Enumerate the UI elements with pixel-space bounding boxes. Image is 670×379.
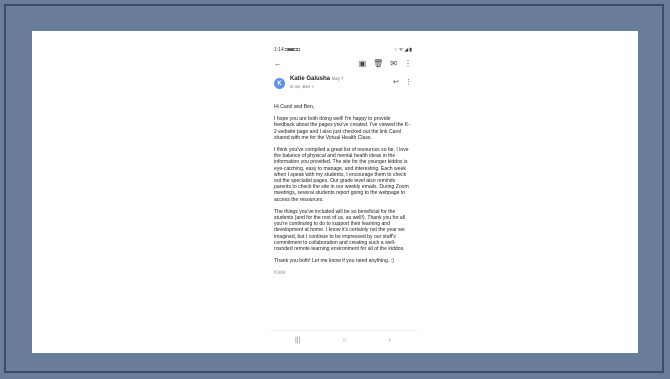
recipients-toggle[interactable]: to me, Ben ˅ bbox=[290, 84, 393, 89]
email-greeting: Hi Carol and Ben, bbox=[274, 104, 315, 110]
mark-unread-icon[interactable]: ✉ bbox=[390, 60, 397, 68]
status-time: 1:14 bbox=[274, 47, 284, 53]
back-arrow-icon[interactable]: ← bbox=[274, 60, 282, 68]
slide-canvas: 1:14 ◘◙◙◘◘ ⁙ ᯤ ◢ ▮ ← ▣ 🗑 ✉ ⋮ K Katie Gal… bbox=[32, 31, 638, 353]
email-date: May 7 bbox=[332, 76, 344, 81]
email-paragraph: Thank you both! Let me know if you need … bbox=[274, 258, 394, 265]
email-paragraph: I think you've compiled a great list of … bbox=[274, 147, 409, 203]
status-bar: 1:14 ◘◙◙◘◘ ⁙ ᯤ ◢ ▮ bbox=[274, 46, 412, 54]
sender-info: Katie Galusha May 7 to me, Ben ˅ bbox=[290, 76, 393, 89]
signal-icon: ◢ bbox=[404, 46, 409, 53]
nav-back-icon[interactable]: ‹ bbox=[389, 337, 391, 344]
phone-screenshot: 1:14 ◘◙◙◘◘ ⁙ ᯤ ◢ ▮ ← ▣ 🗑 ✉ ⋮ K Katie Gal… bbox=[270, 44, 418, 353]
sender-name: Katie Galusha bbox=[290, 76, 331, 82]
archive-icon[interactable]: ▣ bbox=[359, 60, 367, 68]
reply-icon[interactable]: ↩ bbox=[393, 79, 399, 86]
sender-avatar[interactable]: K bbox=[274, 78, 285, 89]
delete-icon[interactable]: 🗑 bbox=[373, 60, 383, 68]
system-nav-bar: ||| ○ ‹ bbox=[274, 335, 412, 345]
more-options-icon[interactable]: ⋮ bbox=[404, 60, 412, 68]
email-signature: Katie bbox=[274, 270, 286, 277]
wifi-icon: ᯤ bbox=[398, 46, 404, 53]
home-icon[interactable]: ○ bbox=[342, 337, 346, 344]
nav-divider bbox=[270, 330, 418, 331]
recents-icon[interactable]: ||| bbox=[295, 337, 300, 344]
sender-header: K Katie Galusha May 7 to me, Ben ˅ ↩ ⋮ bbox=[274, 76, 412, 92]
email-body: Hi Carol and Ben, I hope you are both do… bbox=[274, 104, 412, 277]
email-paragraph: I hope you are both doing well! I'm happ… bbox=[274, 116, 410, 141]
vibrate-icon: ⁙ bbox=[393, 46, 398, 53]
notification-icon: ◘◙◙◘◘ bbox=[284, 46, 300, 53]
battery-icon: ▮ bbox=[409, 46, 412, 53]
email-paragraph: The things you've included will be so be… bbox=[274, 208, 405, 253]
email-toolbar: ← ▣ 🗑 ✉ ⋮ bbox=[274, 59, 412, 69]
message-more-icon[interactable]: ⋮ bbox=[405, 79, 412, 86]
